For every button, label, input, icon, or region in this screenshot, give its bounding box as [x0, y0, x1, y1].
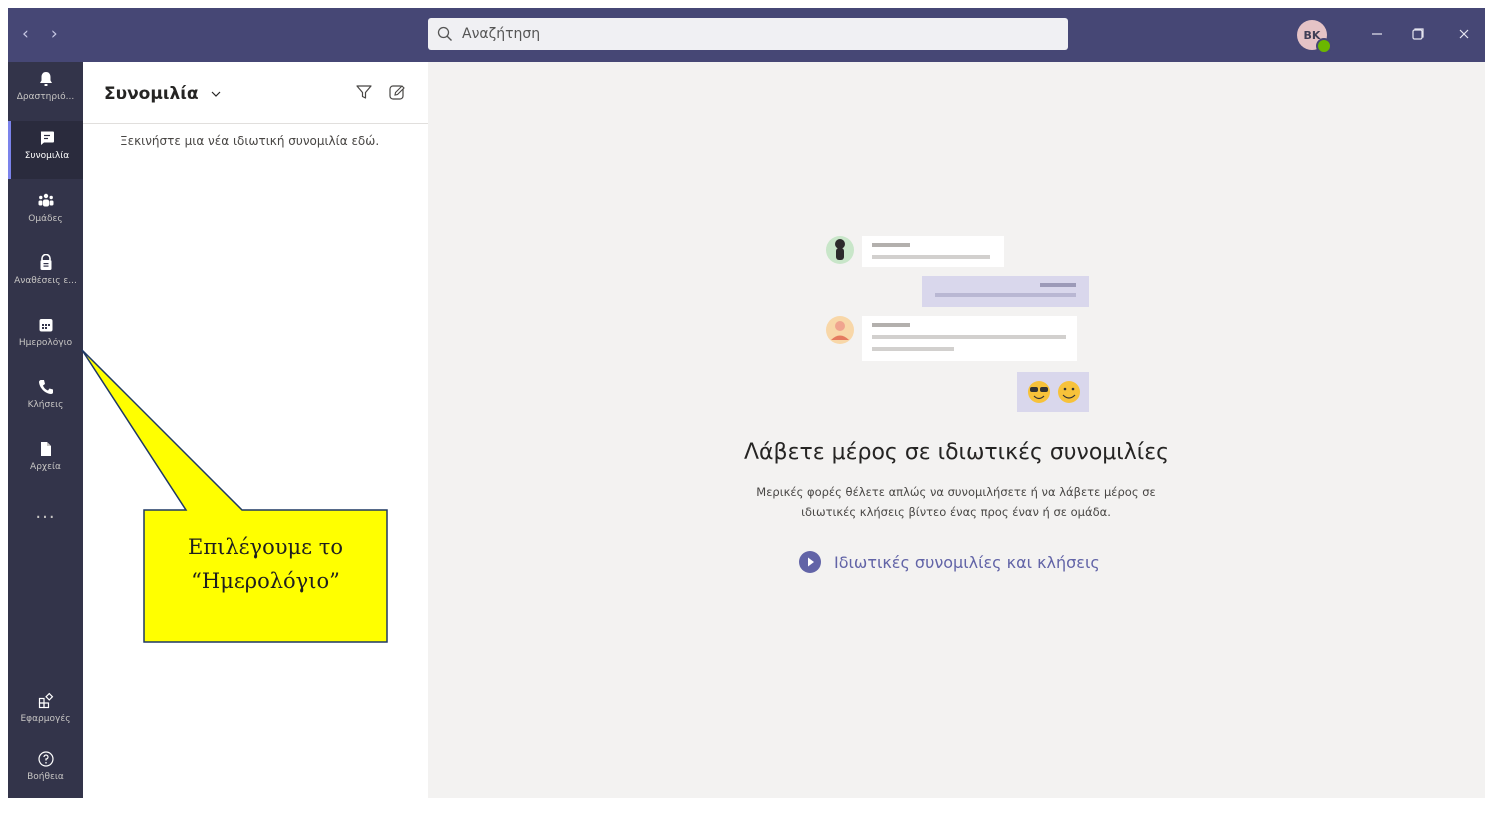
rail-label: Εφαρμογές	[20, 714, 71, 724]
assignments-icon	[40, 254, 51, 270]
main-content: Λάβετε μέρος σε ιδιωτικές συνομιλίες Μερ…	[428, 62, 1485, 798]
rail-label: Αναθέσεις ε...	[14, 276, 77, 286]
chat-list-pane: Συνομιλία Ξεκινήστε μια νέα ιδιωτική συν…	[83, 62, 428, 798]
forward-icon[interactable]: ›	[51, 24, 58, 44]
callout-text: Επιλέγουμε το “Ημερολόγιο”	[144, 530, 387, 598]
rail-label: Ημερολόγιο	[18, 338, 73, 348]
rail-label: Αρχεία	[30, 462, 61, 472]
minimize-icon	[1372, 33, 1382, 35]
help-icon	[37, 751, 54, 767]
search-box[interactable]	[428, 18, 1068, 50]
rail-item-activity[interactable]: Δραστηριό...	[8, 62, 83, 120]
private-chats-video-link[interactable]: Ιδιωτικές συνομιλίες και κλήσεις	[798, 550, 1100, 574]
page-description-line: Μερικές φορές θέλετε απλώς να συνομιλήσε…	[756, 485, 1156, 499]
page-title: Λάβετε μέρος σε ιδιωτικές συνομιλίες	[743, 440, 1169, 465]
rail-label: Βοήθεια	[27, 772, 64, 782]
filter-icon[interactable]	[355, 83, 373, 101]
rail-item-help[interactable]: Βοήθεια	[8, 742, 83, 800]
play-icon	[799, 551, 821, 573]
file-icon	[40, 442, 51, 456]
more-apps-button[interactable]: ...	[8, 502, 83, 523]
title-bar: ‹ › BK	[8, 8, 1485, 62]
close-button[interactable]	[1452, 22, 1476, 46]
rail-item-chat[interactable]: Συνομιλία	[8, 121, 83, 179]
new-chat-icon[interactable]	[388, 83, 406, 101]
chevron-down-icon[interactable]	[210, 88, 222, 100]
rail-label: Δραστηριό...	[16, 92, 75, 102]
app-bar: Δραστηριό... Συνομιλία Ομάδες Αναθέσεις …	[8, 62, 83, 798]
callout-line: Επιλέγουμε το	[188, 535, 343, 559]
search-icon	[437, 26, 452, 41]
maximize-button[interactable]	[1406, 22, 1430, 46]
page-description: Μερικές φορές θέλετε απλώς να συνομιλήσε…	[706, 482, 1206, 522]
chat-list-title[interactable]: Συνομιλία	[104, 84, 199, 104]
rail-label: Συνομιλία	[24, 151, 70, 161]
page-description-line: ιδιωτικές κλήσεις βίντεο ένας προς έναν …	[801, 505, 1111, 519]
close-icon	[1459, 29, 1469, 39]
rail-item-calendar[interactable]: Ημερολόγιο	[8, 308, 83, 366]
teams-icon	[38, 193, 53, 207]
history-nav: ‹ ›	[22, 24, 58, 44]
back-icon[interactable]: ‹	[22, 24, 29, 44]
minimize-button[interactable]	[1365, 22, 1389, 46]
rail-item-assignments[interactable]: Αναθέσεις ε...	[8, 246, 83, 304]
rail-label: Ομάδες	[28, 214, 63, 224]
chat-icon	[40, 131, 54, 145]
chat-list-header: Συνομιλία	[83, 62, 428, 124]
search-input[interactable]	[460, 25, 1044, 43]
calendar-icon	[39, 319, 52, 332]
presence-available-icon	[1316, 38, 1332, 54]
chat-list-empty-text: Ξεκινήστε μια νέα ιδιωτική συνομιλία εδώ…	[120, 134, 380, 148]
bell-icon	[39, 72, 52, 86]
restore-icon	[1412, 28, 1424, 40]
rail-item-files[interactable]: Αρχεία	[8, 432, 83, 490]
rail-item-teams[interactable]: Ομάδες	[8, 184, 83, 242]
rail-item-calls[interactable]: Κλήσεις	[8, 370, 83, 428]
apps-icon	[38, 692, 53, 709]
private-chats-link-label: Ιδιωτικές συνομιλίες και κλήσεις	[834, 552, 1100, 572]
callout-line: “Ημερολόγιο”	[191, 569, 340, 593]
chat-illustration	[826, 236, 1089, 412]
rail-item-apps[interactable]: Εφαρμογές	[8, 684, 83, 742]
phone-icon	[38, 380, 53, 394]
rail-label: Κλήσεις	[27, 400, 64, 410]
